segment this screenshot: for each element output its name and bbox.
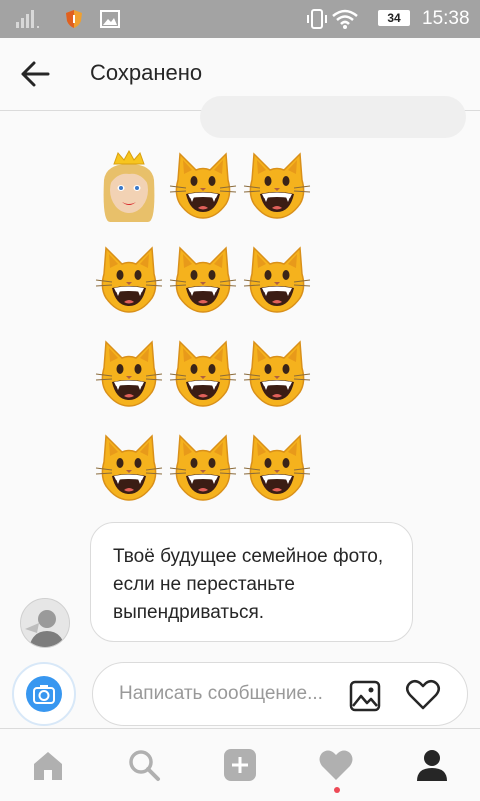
battery-level: 34 bbox=[387, 11, 401, 25]
camera-icon-bg bbox=[26, 676, 62, 712]
grinning-cat-emoji bbox=[243, 247, 311, 313]
grinning-cat-emoji bbox=[169, 247, 237, 313]
message-input[interactable]: Написать сообщение... bbox=[92, 662, 468, 726]
page-title: Сохранено bbox=[90, 60, 203, 85]
wifi-icon bbox=[332, 9, 358, 29]
heart-outline-icon[interactable] bbox=[405, 679, 441, 711]
previous-message-bubble bbox=[200, 96, 466, 138]
message-row: Твоё будущее семейное фото, если не пере… bbox=[20, 522, 420, 648]
person-photo-icon bbox=[21, 599, 69, 647]
grinning-cat-emoji bbox=[95, 435, 163, 501]
activity-heart-icon[interactable] bbox=[318, 747, 354, 783]
home-icon[interactable] bbox=[30, 747, 66, 783]
arrow-left-icon[interactable] bbox=[20, 60, 50, 88]
grinning-cat-emoji bbox=[243, 153, 311, 219]
gallery-icon[interactable] bbox=[349, 680, 381, 712]
message-placeholder: Написать сообщение... bbox=[119, 683, 323, 704]
grinning-cat-emoji bbox=[243, 435, 311, 501]
search-icon[interactable] bbox=[126, 747, 162, 783]
image-icon bbox=[100, 10, 120, 28]
signal-icon bbox=[16, 10, 39, 28]
status-bar: 34 15:38 bbox=[0, 0, 480, 38]
grinning-cat-emoji bbox=[169, 341, 237, 407]
message-text: Твоё будущее семейное фото, если не пере… bbox=[113, 546, 384, 623]
status-time: 15:38 bbox=[422, 8, 470, 29]
bottom-tab-bar bbox=[0, 728, 480, 801]
princess-emoji bbox=[103, 150, 155, 223]
shield-icon bbox=[66, 10, 82, 28]
avatar[interactable] bbox=[20, 598, 70, 648]
grinning-cat-emoji bbox=[95, 341, 163, 407]
phone-vibrate-icon bbox=[307, 9, 327, 29]
profile-icon[interactable] bbox=[414, 747, 450, 783]
add-icon[interactable] bbox=[222, 747, 258, 783]
grinning-cat-emoji bbox=[169, 153, 237, 219]
grinning-cat-emoji bbox=[243, 341, 311, 407]
grinning-cat-emoji bbox=[169, 435, 237, 501]
message-composer: Написать сообщение... bbox=[0, 656, 480, 728]
camera-icon bbox=[33, 685, 55, 704]
grinning-cat-emoji bbox=[95, 247, 163, 313]
message-bubble[interactable]: Твоё будущее семейное фото, если не пере… bbox=[90, 522, 413, 642]
camera-button[interactable] bbox=[12, 662, 76, 726]
battery-icon: 34 bbox=[378, 10, 410, 26]
notification-dot bbox=[334, 787, 340, 793]
